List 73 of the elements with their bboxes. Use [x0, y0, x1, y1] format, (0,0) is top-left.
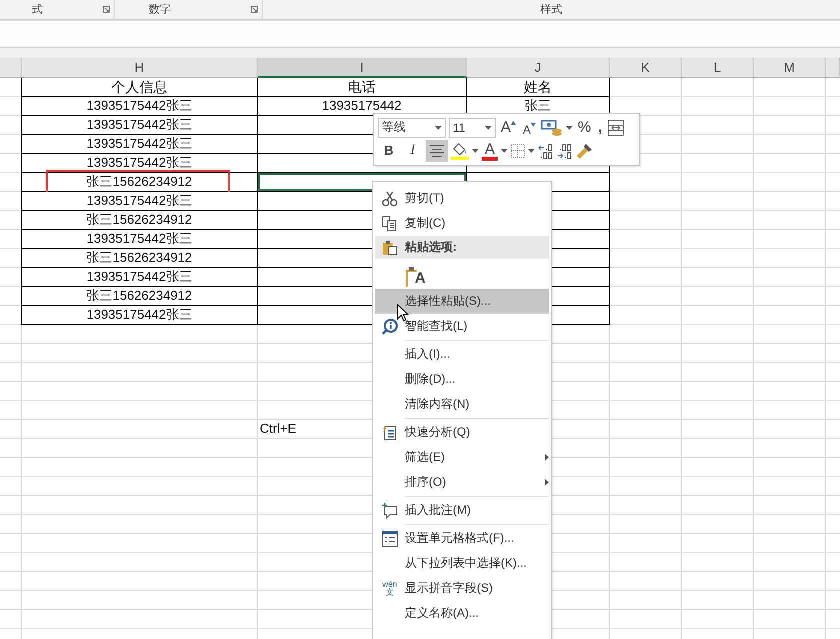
menu-item[interactable]: 清除内容(N): [375, 392, 549, 417]
menu-item[interactable]: 删除(D)...: [375, 367, 549, 392]
table-cell: 姓名: [467, 78, 610, 97]
table-cell: 13935175442张三: [21, 306, 258, 325]
paste-values-button[interactable]: A: [405, 261, 426, 287]
caret-icon[interactable]: [485, 126, 492, 130]
caret-icon[interactable]: [566, 126, 574, 130]
font-size-field[interactable]: 11: [449, 118, 496, 138]
table-cell: 13935175442: [258, 97, 467, 116]
caret-icon[interactable]: [435, 126, 442, 130]
menu-item[interactable]: 定义名称(A)...: [375, 601, 549, 626]
menu-item[interactable]: 从下拉列表中选择(K)...: [375, 551, 549, 576]
search-icon: [382, 318, 398, 334]
up-arrow-icon: [511, 120, 516, 124]
grow-font-button[interactable]: A: [499, 118, 518, 138]
comment-icon: [382, 502, 398, 518]
table-cell: 张三15626234912: [21, 287, 258, 306]
scissors-icon: [382, 190, 398, 206]
column-header[interactable]: H: [22, 58, 258, 78]
table-cell: 张三15626234912: [21, 211, 258, 230]
table-cell: 13935175442张三: [21, 116, 258, 135]
table-cell: 个人信息: [21, 78, 258, 97]
format-painter-icon[interactable]: [576, 142, 594, 160]
format-cells-icon: [382, 530, 398, 546]
group-label: 数字: [149, 2, 171, 17]
wrap-text-icon[interactable]: [608, 120, 624, 136]
table-cell: 张三15626234912: [21, 249, 258, 268]
cell-text: Ctrl+E: [260, 420, 296, 438]
dialog-launcher-icon[interactable]: [103, 6, 110, 13]
column-header[interactable]: K: [610, 58, 682, 78]
clipboard-icon: [382, 240, 398, 256]
menu-item[interactable]: 设置单元格格式(F)...: [375, 526, 549, 551]
column-header[interactable]: M: [754, 58, 826, 78]
column-header[interactable]: J: [467, 58, 610, 78]
menu-item[interactable]: 插入批注(M): [375, 498, 549, 523]
menu-section-label: 粘贴选项:: [405, 239, 457, 256]
table-cell: 13935175442张三: [21, 135, 258, 154]
font-color-button[interactable]: A: [482, 142, 498, 160]
group-label: 式: [32, 3, 43, 17]
table-cell: 13935175442张三: [21, 154, 258, 173]
accounting-format-icon[interactable]: [541, 120, 564, 136]
menu-item[interactable]: 复制(C): [375, 211, 549, 236]
align-center-icon[interactable]: [430, 145, 444, 157]
dialog-launcher-icon[interactable]: [251, 6, 258, 13]
group-label: 样式: [540, 3, 562, 17]
menu-item[interactable]: 快速分析(Q): [375, 420, 549, 445]
column-header[interactable]: I: [258, 58, 467, 78]
table-cell: 13935175442张三: [21, 192, 258, 211]
increase-decimal-icon[interactable]: [538, 143, 554, 159]
font-field[interactable]: 等线: [378, 118, 446, 138]
table-cell: 电话: [258, 78, 467, 97]
italic-button[interactable]: I: [403, 141, 423, 161]
table-cell: 13935175442张三: [21, 230, 258, 249]
menu-item[interactable]: 智能查找(L): [375, 314, 549, 339]
down-arrow-icon: [531, 122, 536, 126]
comma-button[interactable]: ,: [596, 118, 605, 138]
menu-item[interactable]: 插入(I)...: [375, 342, 549, 367]
column-header[interactable]: L: [682, 58, 754, 78]
pinyin-icon: wén 文: [382, 580, 398, 596]
borders-icon[interactable]: [511, 144, 526, 158]
table-cell: 13935175442张三: [21, 97, 258, 116]
quick-analysis-icon: [382, 424, 398, 440]
menu-item[interactable]: 剪切(T): [375, 186, 549, 211]
table-cell: 13935175442张三: [21, 268, 258, 287]
decrease-decimal-icon[interactable]: [557, 143, 574, 159]
menu-item[interactable]: 筛选(E): [375, 445, 549, 470]
menu-item[interactable]: 排序(O): [375, 470, 549, 495]
copy-icon: [382, 216, 398, 232]
fill-color-icon[interactable]: [451, 142, 469, 160]
table-cell: 张三15626234912: [21, 173, 258, 192]
shrink-font-button[interactable]: A: [521, 118, 538, 138]
bold-button[interactable]: B: [378, 141, 400, 161]
percent-button[interactable]: %: [576, 118, 594, 138]
